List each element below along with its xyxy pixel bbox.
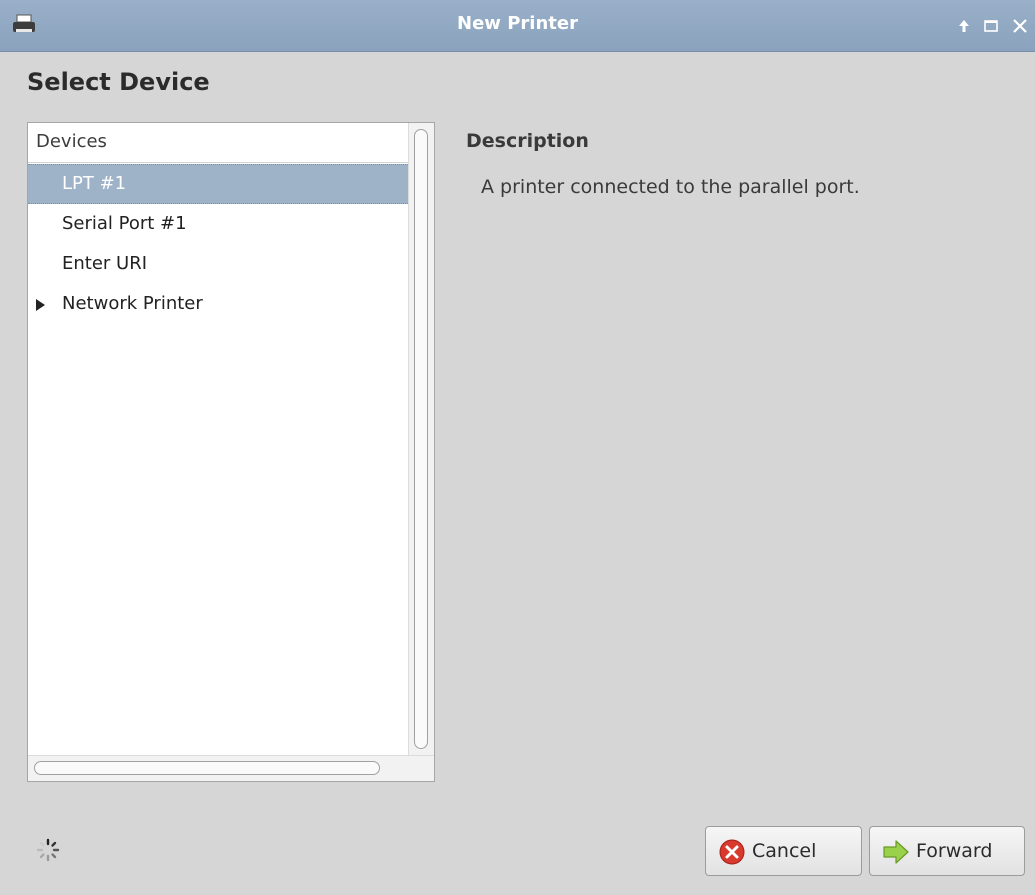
forward-arrow-icon xyxy=(883,840,909,864)
device-item-label: Network Printer xyxy=(62,293,203,314)
devices-list[interactable]: Devices LPT #1 Serial Port #1 Enter URI … xyxy=(27,122,435,782)
cancel-button[interactable]: Cancel xyxy=(705,826,862,876)
vertical-scrollbar-thumb[interactable] xyxy=(414,129,428,749)
device-item-label: Serial Port #1 xyxy=(62,213,187,234)
devices-column-header[interactable]: Devices xyxy=(28,123,408,163)
cancel-icon xyxy=(719,839,745,865)
device-item-label: LPT #1 xyxy=(62,173,127,194)
maximize-icon[interactable] xyxy=(981,16,1001,36)
expander-triangle-icon[interactable] xyxy=(36,299,45,311)
horizontal-scrollbar[interactable] xyxy=(28,755,434,781)
cancel-label: Cancel xyxy=(752,840,817,862)
raise-icon[interactable] xyxy=(954,16,974,36)
horizontal-scrollbar-thumb[interactable] xyxy=(34,761,380,775)
title-bar[interactable]: New Printer xyxy=(0,0,1035,52)
device-item-label: Enter URI xyxy=(62,253,148,274)
description-heading: Description xyxy=(466,130,589,152)
forward-button[interactable]: Forward xyxy=(869,826,1025,876)
device-item-enter-uri[interactable]: Enter URI xyxy=(28,245,408,285)
forward-label: Forward xyxy=(916,840,993,862)
description-text: A printer connected to the parallel port… xyxy=(481,176,860,198)
device-item-network-printer[interactable]: Network Printer xyxy=(28,285,408,325)
device-item-serial-port[interactable]: Serial Port #1 xyxy=(28,205,408,245)
window-title: New Printer xyxy=(457,13,578,34)
device-item-lpt1[interactable]: LPT #1 xyxy=(28,164,408,204)
page-title: Select Device xyxy=(27,68,210,96)
spinner-icon xyxy=(36,838,60,862)
vertical-scrollbar[interactable] xyxy=(408,123,434,755)
close-icon[interactable] xyxy=(1010,16,1030,36)
